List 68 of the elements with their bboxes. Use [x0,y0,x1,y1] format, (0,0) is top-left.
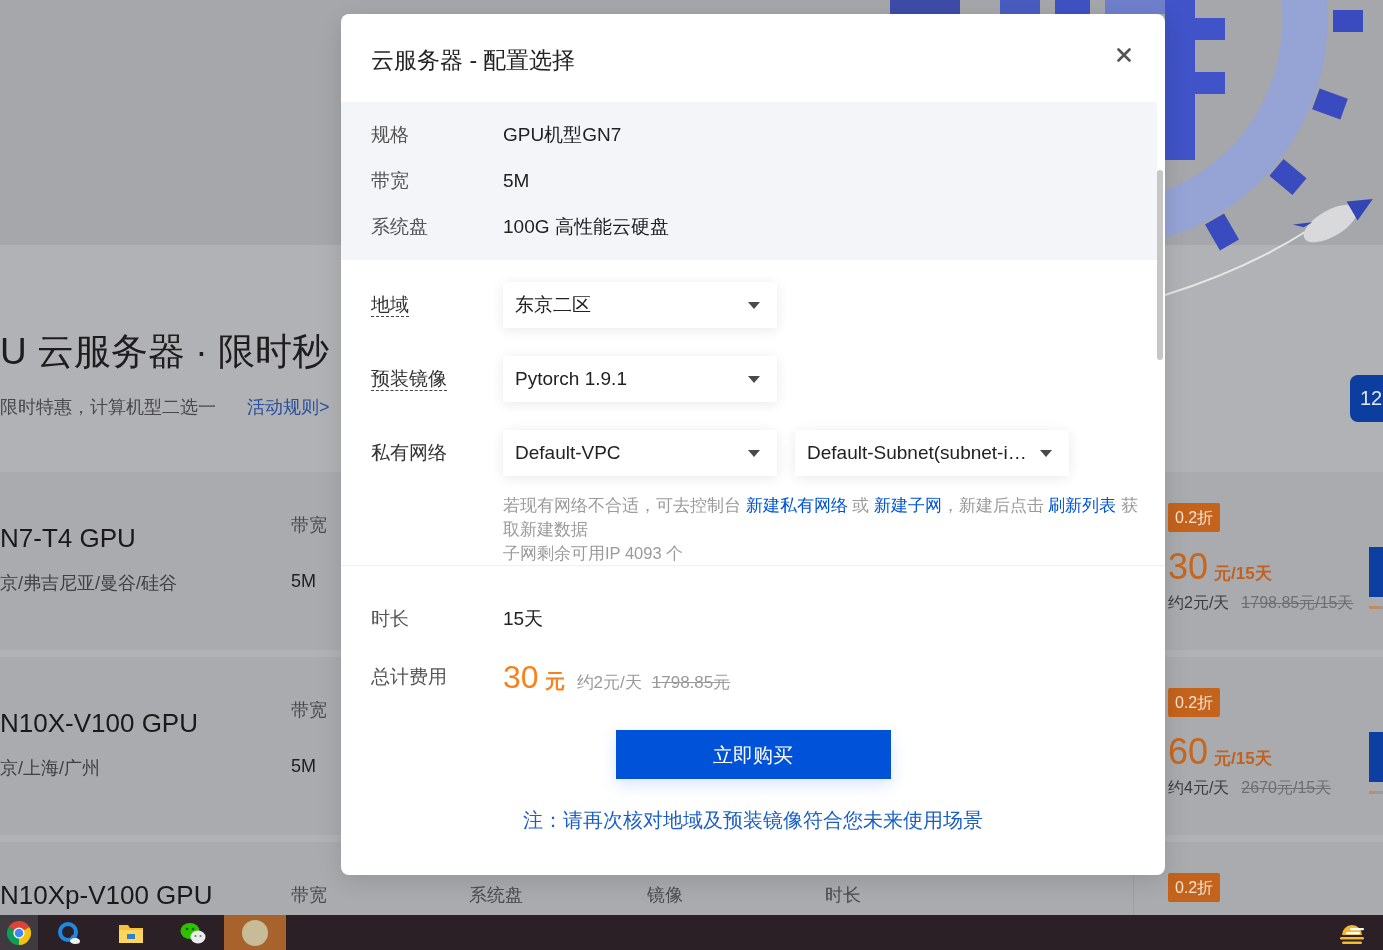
text-link[interactable]: 新建私有网络 [745,496,848,514]
spec-label: 系统盘 [469,884,523,907]
promo-heading: U 云服务器 · 限时秒 [0,330,329,374]
text-link[interactable]: 刷新列表 [1048,496,1117,514]
caret-down-icon [1040,449,1052,457]
spec-value: 5M [291,755,316,778]
avatar-icon [242,919,268,946]
spec-label: 带宽 [371,169,409,191]
buy-now-button[interactable]: 立即购买 [615,730,891,779]
scrollbar-thumb[interactable] [1157,170,1163,360]
rules-link[interactable]: 活动规则> [247,394,330,420]
spec-label: 时长 [825,884,861,907]
spec-label: 镜像 [647,884,683,907]
daily-price: 约4元/天 [1168,778,1230,798]
price-unit: 元/15天 [1214,563,1272,585]
select-dropdown[interactable]: Pytorch 1.9.1 [503,356,777,402]
daily-price: 约2元/天 [576,672,642,694]
text-link[interactable]: 新建子网 [873,496,942,514]
spec-label: 系统盘 [371,215,428,237]
product-price: 60 [1168,730,1209,774]
daily-price: 约2元/天 [1168,593,1230,613]
close-button[interactable] [1117,48,1131,62]
field-label: 总计费用 [371,665,447,687]
dialog-title: 云服务器 - 配置选择 [371,46,576,75]
caret-down-icon [748,301,760,309]
product-name: N10Xp-V100 GPU [0,879,213,911]
discount-badge: 0.2折 [1168,873,1221,902]
chat-bubbles-icon [180,920,206,945]
subnet-ip-count: 子网剩余可用IP 4093 个 [503,543,684,564]
duration-value: 15天 [503,606,544,631]
product-name: N7-T4 GPU [0,522,136,554]
caret-down-icon [748,449,760,457]
price-unit: 元/15天 [1214,748,1272,770]
field-label: 时长 [371,607,409,629]
spec-value: GPU机型GN7 [503,122,622,147]
color-wheel-icon [7,920,31,945]
ring-icon [57,920,81,945]
spec-label: 带宽 [291,884,327,907]
product-price: 30 [1168,545,1209,589]
select-dropdown[interactable]: Default-VPC [503,430,777,476]
verification-note: 注：请再次核对地域及预装镜像符合您未来使用场景 [523,808,983,833]
select-dropdown[interactable]: Default-Subnet(subnet-i… [795,430,1069,476]
spec-value: 5M [503,168,530,193]
product-name: N10X-V100 GPU [0,707,198,739]
field-label: 地域 [371,293,409,317]
spec-label: 规格 [371,123,409,145]
caret-down-icon [748,375,760,383]
currency-unit: 元 [544,669,565,694]
spec-value: 100G 高性能云硬盘 [503,214,669,239]
close-icon [1117,48,1131,62]
product-regions: 京/弗吉尼亚/曼谷/硅谷 [0,572,177,595]
network-help-text: 若现有网络不合适，可去控制台 新建私有网络 或 新建子网，新建后点击 刷新列表 获取新建数据 [503,495,1139,540]
original-price: 2670元/15天 [1241,778,1332,798]
countdown-tag: 12 [1350,375,1383,422]
field-label: 预装镜像 [371,367,447,391]
taskbar-button[interactable] [0,915,38,950]
select-dropdown[interactable]: 东京二区 [503,282,777,328]
promo-subtitle: 限时特惠，计算机型二选一 [0,396,216,419]
field-label: 私有网络 [371,441,447,463]
spec-value: 5M [291,570,316,593]
original-price: 1798.85元 [651,672,731,694]
spec-label: 带宽 [291,514,327,537]
total-price: 30 [503,658,539,697]
original-price: 1798.85元/15天 [1241,593,1354,613]
discount-badge: 0.2折 [1168,688,1221,717]
spec-label: 带宽 [291,699,327,722]
product-regions: 京/上海/广州 [0,757,100,780]
discount-badge: 0.2折 [1168,503,1221,532]
